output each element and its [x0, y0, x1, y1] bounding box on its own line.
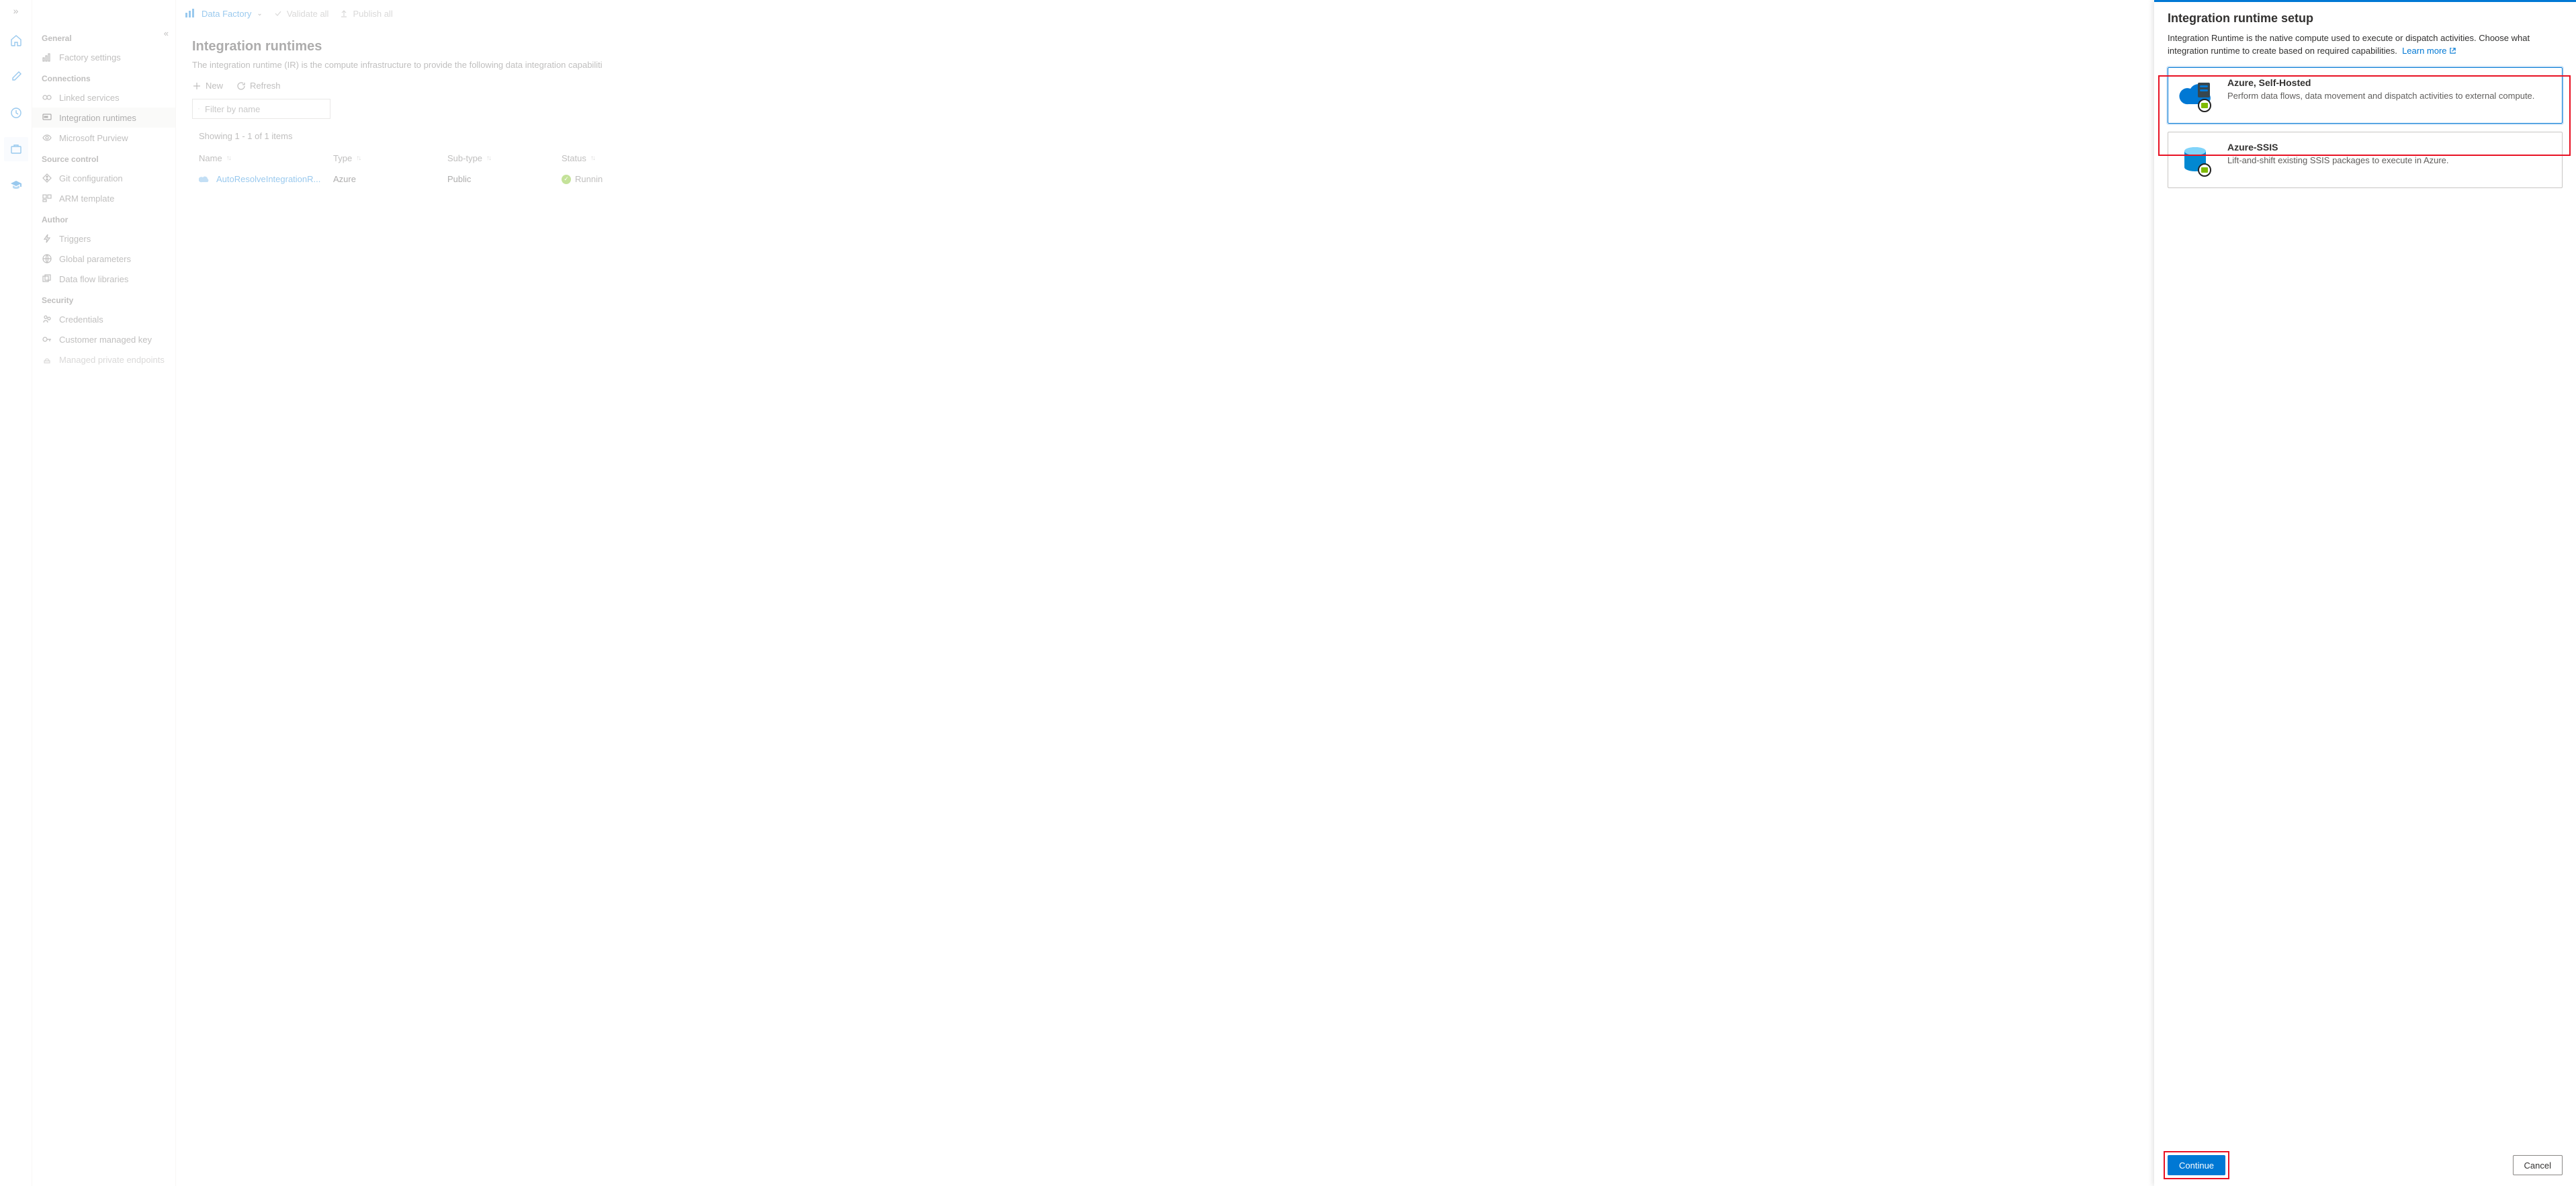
sidebar-label: Credentials	[59, 314, 103, 325]
sidebar-label: Git configuration	[59, 173, 123, 183]
brand-label: Data Factory	[202, 9, 251, 19]
sidebar-label: ARM template	[59, 194, 114, 204]
sidebar-item-global-params[interactable]: Global parameters	[32, 249, 175, 269]
rail-author[interactable]	[4, 65, 28, 89]
col-subtype[interactable]: Sub-type↑↓	[447, 153, 562, 163]
continue-button[interactable]: Continue	[2168, 1155, 2225, 1175]
validate-label: Validate all	[287, 9, 329, 19]
expand-rail-icon[interactable]: »	[13, 5, 19, 16]
sidebar-label: Integration runtimes	[59, 113, 136, 123]
new-label: New	[206, 81, 223, 91]
rail-monitor[interactable]	[4, 101, 28, 125]
sidebar-item-dataflow-libs[interactable]: Data flow libraries	[32, 269, 175, 289]
refresh-label: Refresh	[250, 81, 281, 91]
card-desc: Perform data flows, data movement and di…	[2227, 91, 2534, 101]
sidebar-label: Linked services	[59, 93, 120, 103]
filter-icon	[198, 108, 199, 110]
sidebar-label: Customer managed key	[59, 335, 152, 345]
sidebar-item-credentials[interactable]: Credentials	[32, 309, 175, 329]
sort-icon: ↑↓	[226, 155, 230, 162]
panel-title: Integration runtime setup	[2168, 11, 2563, 26]
panel-intro: Integration Runtime is the native comput…	[2168, 32, 2563, 58]
sidebar-item-purview[interactable]: Microsoft Purview	[32, 128, 175, 148]
ir-setup-panel: Integration runtime setup Integration Ru…	[2154, 0, 2576, 1186]
cards: Azure, Self-Hosted Perform data flows, d…	[2168, 67, 2563, 188]
chevron-down-icon: ⌄	[257, 10, 262, 17]
sidebar-group-general: General	[32, 27, 175, 47]
brand-switcher[interactable]: Data Factory ⌄	[184, 7, 263, 19]
sidebar-label: Microsoft Purview	[59, 133, 128, 143]
sidebar-label: Factory settings	[59, 52, 121, 62]
publish-label: Publish all	[353, 9, 392, 19]
data-factory-icon	[184, 7, 196, 19]
panel-footer: Continue Cancel	[2168, 1147, 2563, 1175]
rail-learn[interactable]	[4, 173, 28, 198]
azure-self-hosted-icon	[2179, 77, 2215, 114]
sidebar-label: Triggers	[59, 234, 91, 244]
validate-all-button[interactable]: Validate all	[273, 9, 329, 19]
row-subtype: Public	[447, 174, 562, 184]
row-type: Azure	[333, 174, 447, 184]
rail-manage[interactable]	[4, 137, 28, 161]
sidebar-item-mpe: Managed private endpoints	[32, 349, 175, 370]
sidebar-label: Managed private endpoints	[59, 355, 165, 365]
cloud-icon	[199, 175, 211, 184]
col-type[interactable]: Type↑↓	[333, 153, 447, 163]
sidebar: « General Factory settings Connections L…	[32, 0, 176, 1186]
sidebar-item-triggers[interactable]: Triggers	[32, 228, 175, 249]
refresh-button[interactable]: Refresh	[236, 81, 281, 91]
sort-icon: ↑↓	[590, 155, 594, 162]
sidebar-group-source-control: Source control	[32, 148, 175, 168]
sidebar-group-author: Author	[32, 208, 175, 228]
sidebar-label: Global parameters	[59, 254, 131, 264]
sidebar-item-linked-services[interactable]: Linked services	[32, 87, 175, 108]
publish-all-button[interactable]: Publish all	[339, 9, 392, 19]
azure-ssis-icon	[2179, 142, 2215, 178]
filter-input[interactable]	[204, 103, 324, 115]
cancel-button[interactable]: Cancel	[2513, 1155, 2563, 1175]
sort-icon: ↑↓	[486, 155, 490, 162]
filter-box[interactable]	[192, 99, 330, 119]
sidebar-group-connections: Connections	[32, 67, 175, 87]
col-status[interactable]: Status↑↓	[562, 153, 642, 163]
sort-icon: ↑↓	[356, 155, 360, 162]
card-azure-ssis[interactable]: Azure-SSIS Lift-and-shift existing SSIS …	[2168, 132, 2563, 188]
sidebar-item-arm[interactable]: ARM template	[32, 188, 175, 208]
row-name[interactable]: AutoResolveIntegrationR...	[199, 174, 333, 184]
card-title: Azure, Self-Hosted	[2227, 77, 2534, 88]
sidebar-group-security: Security	[32, 289, 175, 309]
card-title: Azure-SSIS	[2227, 142, 2449, 153]
collapse-sidebar-icon[interactable]: «	[164, 28, 169, 38]
sidebar-item-factory-settings[interactable]: Factory settings	[32, 47, 175, 67]
learn-more-link[interactable]: Learn more	[2402, 46, 2456, 56]
sidebar-item-git[interactable]: Git configuration	[32, 168, 175, 188]
card-desc: Lift-and-shift existing SSIS packages to…	[2227, 155, 2449, 165]
icon-rail: »	[0, 0, 32, 1186]
sidebar-item-integration-runtimes[interactable]: Integration runtimes	[32, 108, 175, 128]
sidebar-label: Data flow libraries	[59, 274, 128, 284]
status-ok-icon: ✓	[562, 175, 571, 184]
rail-home[interactable]	[4, 28, 28, 52]
sidebar-item-cmk[interactable]: Customer managed key	[32, 329, 175, 349]
col-name[interactable]: Name↑↓	[199, 153, 333, 163]
external-link-icon	[2449, 47, 2456, 54]
new-button[interactable]: New	[192, 81, 223, 91]
row-status: ✓ Runnin	[562, 174, 642, 184]
card-azure-self-hosted[interactable]: Azure, Self-Hosted Perform data flows, d…	[2168, 67, 2563, 124]
